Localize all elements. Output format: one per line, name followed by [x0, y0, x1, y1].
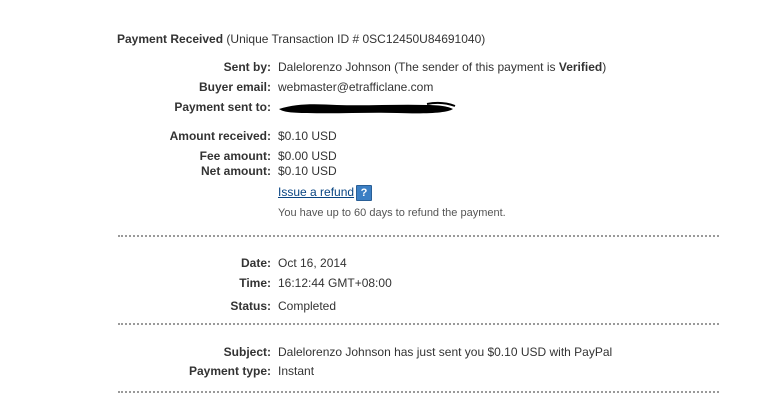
- subject-label: Subject:: [223, 345, 271, 359]
- time-value: 16:12:44 GMT+08:00: [278, 276, 392, 290]
- redaction-mark: [279, 101, 456, 114]
- sent-by-label: Sent by:: [223, 60, 271, 74]
- subject-value: Dalelorenzo Johnson has just sent you $0…: [278, 345, 613, 359]
- issue-refund-link[interactable]: Issue a refund: [278, 185, 354, 199]
- section-divider: [118, 391, 719, 393]
- time-label: Time:: [239, 276, 271, 290]
- amount-received-value: $0.10 USD: [278, 129, 337, 143]
- net-amount-label: Net amount:: [201, 164, 271, 178]
- status-label: Status:: [230, 299, 271, 313]
- fee-amount-value: $0.00 USD: [278, 149, 337, 163]
- buyer-email-value: webmaster@etrafficlane.com: [278, 80, 434, 94]
- payment-type-value: Instant: [278, 364, 315, 378]
- sender-name: Dalelorenzo Johnson: [278, 60, 391, 74]
- transaction-id: (Unique Transaction ID # 0SC12450U846910…: [226, 32, 486, 46]
- date-value: Oct 16, 2014: [278, 256, 347, 270]
- page-title: Payment Received (Unique Transaction ID …: [117, 32, 485, 46]
- sent-by-value: Dalelorenzo Johnson (The sender of this …: [278, 60, 606, 74]
- help-icon[interactable]: ?: [356, 185, 372, 201]
- sender-note-suffix: ): [602, 60, 607, 74]
- payment-sent-to-label: Payment sent to:: [174, 100, 271, 114]
- buyer-email-label: Buyer email:: [198, 80, 271, 94]
- section-divider: [118, 235, 719, 237]
- fee-amount-label: Fee amount:: [199, 149, 271, 163]
- section-divider: [118, 323, 719, 325]
- sender-verified-status: Verified: [558, 60, 603, 74]
- payment-type-label: Payment type:: [188, 364, 271, 378]
- status-value: Completed: [278, 299, 337, 313]
- date-label: Date:: [240, 256, 271, 270]
- net-amount-value: $0.10 USD: [278, 164, 337, 178]
- refund-note: You have up to 60 days to refund the pay…: [278, 207, 506, 219]
- page-title-label: Payment Received: [117, 32, 224, 46]
- amount-received-label: Amount received:: [169, 129, 271, 143]
- sender-note-prefix: (The sender of this payment is: [394, 60, 556, 74]
